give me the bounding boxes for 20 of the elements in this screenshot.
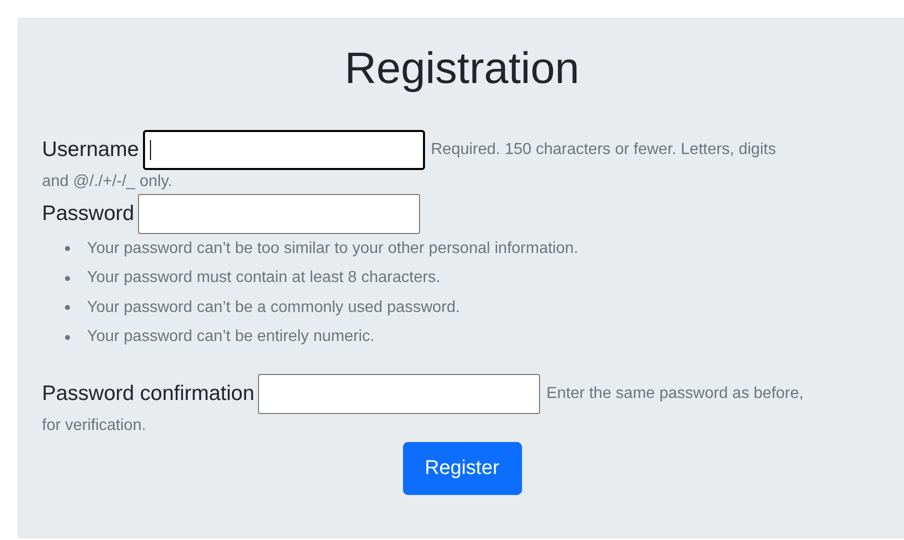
register-button[interactable]: Register <box>402 442 522 495</box>
help-text: for verification. <box>42 416 146 434</box>
bullet-icon <box>65 246 70 252</box>
field-label: Password confirmation <box>42 382 254 405</box>
input-field[interactable] <box>142 130 425 170</box>
field-label: Username <box>42 138 139 161</box>
page-title: Registration <box>344 43 580 95</box>
rule-text: Your password can’t be entirely numeric. <box>87 327 375 348</box>
help-text: Required. 150 characters or fewer. Letters, digits <box>430 140 776 158</box>
help-text: Enter the same password as before, <box>546 384 804 402</box>
bullet-icon <box>65 305 70 310</box>
bullet-icon <box>65 334 70 340</box>
help-text: and @/./+/-/_ only. <box>42 172 172 190</box>
input-field[interactable] <box>258 374 540 414</box>
rule-text: Your password must contain at least 8 characters. <box>87 268 440 288</box>
field-label: Password <box>42 202 134 225</box>
bullet-icon <box>65 276 70 281</box>
rule-text: Your password can’t be a commonly used password. <box>87 298 460 318</box>
input-field[interactable] <box>138 194 420 234</box>
rule-text: Your password can’t be too similar to your other personal information. <box>87 238 578 259</box>
